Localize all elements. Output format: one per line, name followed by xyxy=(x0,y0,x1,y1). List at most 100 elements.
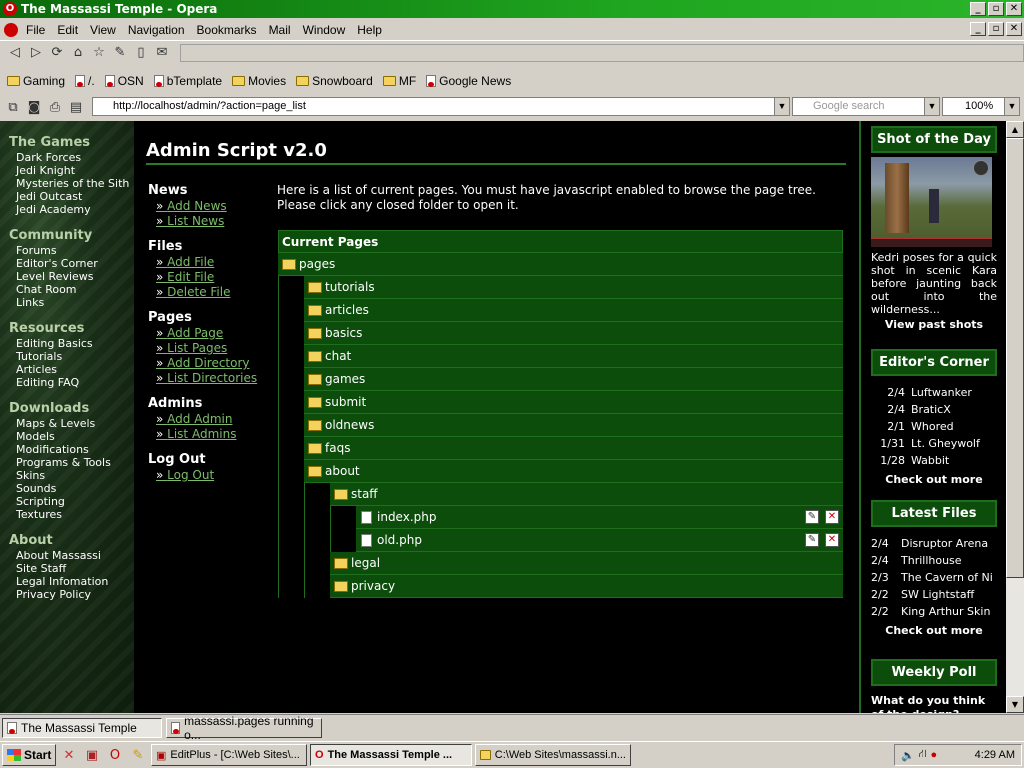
nav-link[interactable]: Editor's Corner xyxy=(9,257,134,270)
tree-folder[interactable]: basics xyxy=(304,322,843,345)
list-item[interactable]: 2/2 King Arthur Skin xyxy=(871,603,997,620)
nav-link[interactable]: Textures xyxy=(9,508,134,521)
screenshot-image[interactable] xyxy=(871,157,992,247)
add-file-link[interactable]: Add File xyxy=(148,255,268,270)
search-dropdown-icon[interactable]: ▼ xyxy=(924,98,939,115)
zoom-select[interactable]: 100% ▼ xyxy=(942,97,1020,116)
nav-link[interactable]: Editing Basics xyxy=(9,337,134,350)
nav-link[interactable]: Editing FAQ xyxy=(9,376,134,389)
doc-minimize-button[interactable]: _ xyxy=(970,22,986,36)
forward-icon[interactable]: ▷ xyxy=(27,44,45,62)
tab-massassi[interactable]: The Massassi Temple xyxy=(2,718,162,738)
nav-link[interactable]: Modifications xyxy=(9,443,134,456)
document-icon[interactable]: ▤ xyxy=(67,98,85,116)
nav-link[interactable]: Maps & Levels xyxy=(9,417,134,430)
nav-link[interactable]: Programs & Tools xyxy=(9,456,134,469)
tree-folder[interactable]: faqs xyxy=(304,437,843,460)
scroll-up-icon[interactable]: ▲ xyxy=(1006,121,1024,138)
volume-icon[interactable]: 🔈 xyxy=(901,749,915,762)
clock[interactable]: 4:29 AM xyxy=(975,749,1015,761)
add-news-link[interactable]: Add News xyxy=(148,199,268,214)
maximize-button[interactable]: ▫ xyxy=(988,2,1004,16)
tree-folder[interactable]: submit xyxy=(304,391,843,414)
menu-view[interactable]: View xyxy=(84,23,122,37)
scroll-thumb[interactable] xyxy=(1006,138,1024,578)
minimize-button[interactable]: _ xyxy=(970,2,986,16)
tree-folder-about[interactable]: about xyxy=(304,460,843,483)
list-pages-link[interactable]: List Pages xyxy=(148,341,268,356)
window-titlebar[interactable]: O The Massassi Temple - Opera _ ▫ ✕ xyxy=(0,0,1024,18)
tree-folder[interactable]: articles xyxy=(304,299,843,322)
bookmark-snowboard[interactable]: Snowboard xyxy=(293,74,376,88)
nav-link[interactable]: Sounds xyxy=(9,482,134,495)
view-past-shots-link[interactable]: View past shots xyxy=(871,318,997,331)
list-admins-link[interactable]: List Admins xyxy=(148,427,268,442)
quicklaunch-icon[interactable]: ▣ xyxy=(82,745,102,765)
task-editplus[interactable]: ▣ EditPlus - [C:\Web Sites\... xyxy=(151,744,307,766)
tree-file[interactable]: index.php ✎ ✕ xyxy=(356,506,843,529)
print-icon[interactable]: ⎙ xyxy=(46,98,64,116)
tree-folder[interactable]: tutorials xyxy=(304,276,843,299)
bookmark-btemplate[interactable]: bTemplate xyxy=(151,74,225,88)
list-item[interactable]: 2/1 Whored xyxy=(871,418,997,435)
editors-more-link[interactable]: Check out more xyxy=(871,473,997,486)
nav-link[interactable]: Forums xyxy=(9,244,134,257)
pencil-icon[interactable]: ✎ xyxy=(111,44,129,62)
zoom-dropdown-icon[interactable]: ▼ xyxy=(1004,98,1019,115)
doc-close-button[interactable]: ✕ xyxy=(1006,22,1022,36)
edit-icon[interactable]: ✎ xyxy=(805,510,819,524)
search-input[interactable]: Google search ▼ xyxy=(792,97,940,116)
nav-heading[interactable]: The Games xyxy=(9,135,134,150)
nav-link[interactable]: Skins xyxy=(9,469,134,482)
list-item[interactable]: 1/28 Wabbit xyxy=(871,452,997,469)
add-admin-link[interactable]: Add Admin xyxy=(148,412,268,427)
close-button[interactable]: ✕ xyxy=(1006,2,1022,16)
nav-link[interactable]: Models xyxy=(9,430,134,443)
list-item[interactable]: 2/4 Thrillhouse xyxy=(871,552,997,569)
edit-icon[interactable]: ✎ xyxy=(805,533,819,547)
menu-navigation[interactable]: Navigation xyxy=(122,23,191,37)
tree-file[interactable]: old.php ✎ ✕ xyxy=(356,529,843,552)
bookmark-google-news[interactable]: Google News xyxy=(423,74,514,88)
menu-window[interactable]: Window xyxy=(297,23,352,37)
add-directory-link[interactable]: Add Directory xyxy=(148,356,268,371)
bookmark-gaming[interactable]: Gaming xyxy=(4,74,68,88)
tree-folder[interactable]: legal xyxy=(330,552,843,575)
list-directories-link[interactable]: List Directories xyxy=(148,371,268,386)
network-icon[interactable]: ⛙ xyxy=(919,748,927,762)
files-more-link[interactable]: Check out more xyxy=(871,624,997,637)
bookmark-mf[interactable]: MF xyxy=(380,74,419,88)
tree-folder[interactable]: games xyxy=(304,368,843,391)
tree-folder-pages[interactable]: pages xyxy=(278,253,843,276)
nav-heading[interactable]: Resources xyxy=(9,321,134,336)
list-item[interactable]: 2/4 Luftwanker xyxy=(871,384,997,401)
page-toolbar-icon[interactable]: ⧉ xyxy=(4,98,22,116)
edit-file-link[interactable]: Edit File xyxy=(148,270,268,285)
bookmark-movies[interactable]: Movies xyxy=(229,74,289,88)
nav-link[interactable]: Links xyxy=(9,296,134,309)
nav-link[interactable]: Level Reviews xyxy=(9,270,134,283)
page-scrollbar[interactable]: ▲ ▼ xyxy=(1006,121,1024,713)
nav-heading[interactable]: Community xyxy=(9,228,134,243)
list-item[interactable]: 2/4 Disruptor Arena xyxy=(871,535,997,552)
tree-folder-staff[interactable]: staff xyxy=(330,483,843,506)
address-dropdown-icon[interactable]: ▼ xyxy=(774,98,789,115)
traffic-light-icon[interactable]: ● xyxy=(930,749,937,761)
nav-link[interactable]: Jedi Academy xyxy=(9,203,134,216)
delete-icon[interactable]: ✕ xyxy=(825,510,839,524)
mail-icon[interactable]: ✉ xyxy=(153,44,171,62)
list-item[interactable]: 2/4 BraticX xyxy=(871,401,997,418)
nav-link[interactable]: Site Staff xyxy=(9,562,134,575)
tree-folder[interactable]: chat xyxy=(304,345,843,368)
log-out-link[interactable]: Log Out xyxy=(148,468,268,483)
quicklaunch-icon[interactable]: ✕ xyxy=(59,745,79,765)
menu-mail[interactable]: Mail xyxy=(263,23,297,37)
nav-link[interactable]: Legal Infomation xyxy=(9,575,134,588)
back-icon[interactable]: ◁ xyxy=(6,44,24,62)
task-opera[interactable]: O The Massassi Temple ... xyxy=(310,744,472,766)
add-page-link[interactable]: Add Page xyxy=(148,326,268,341)
menu-file[interactable]: File xyxy=(20,23,51,37)
camera-icon[interactable]: ◙ xyxy=(25,98,43,116)
list-item[interactable]: 2/2 SW Lightstaff xyxy=(871,586,997,603)
nav-link[interactable]: Jedi Knight xyxy=(9,164,134,177)
